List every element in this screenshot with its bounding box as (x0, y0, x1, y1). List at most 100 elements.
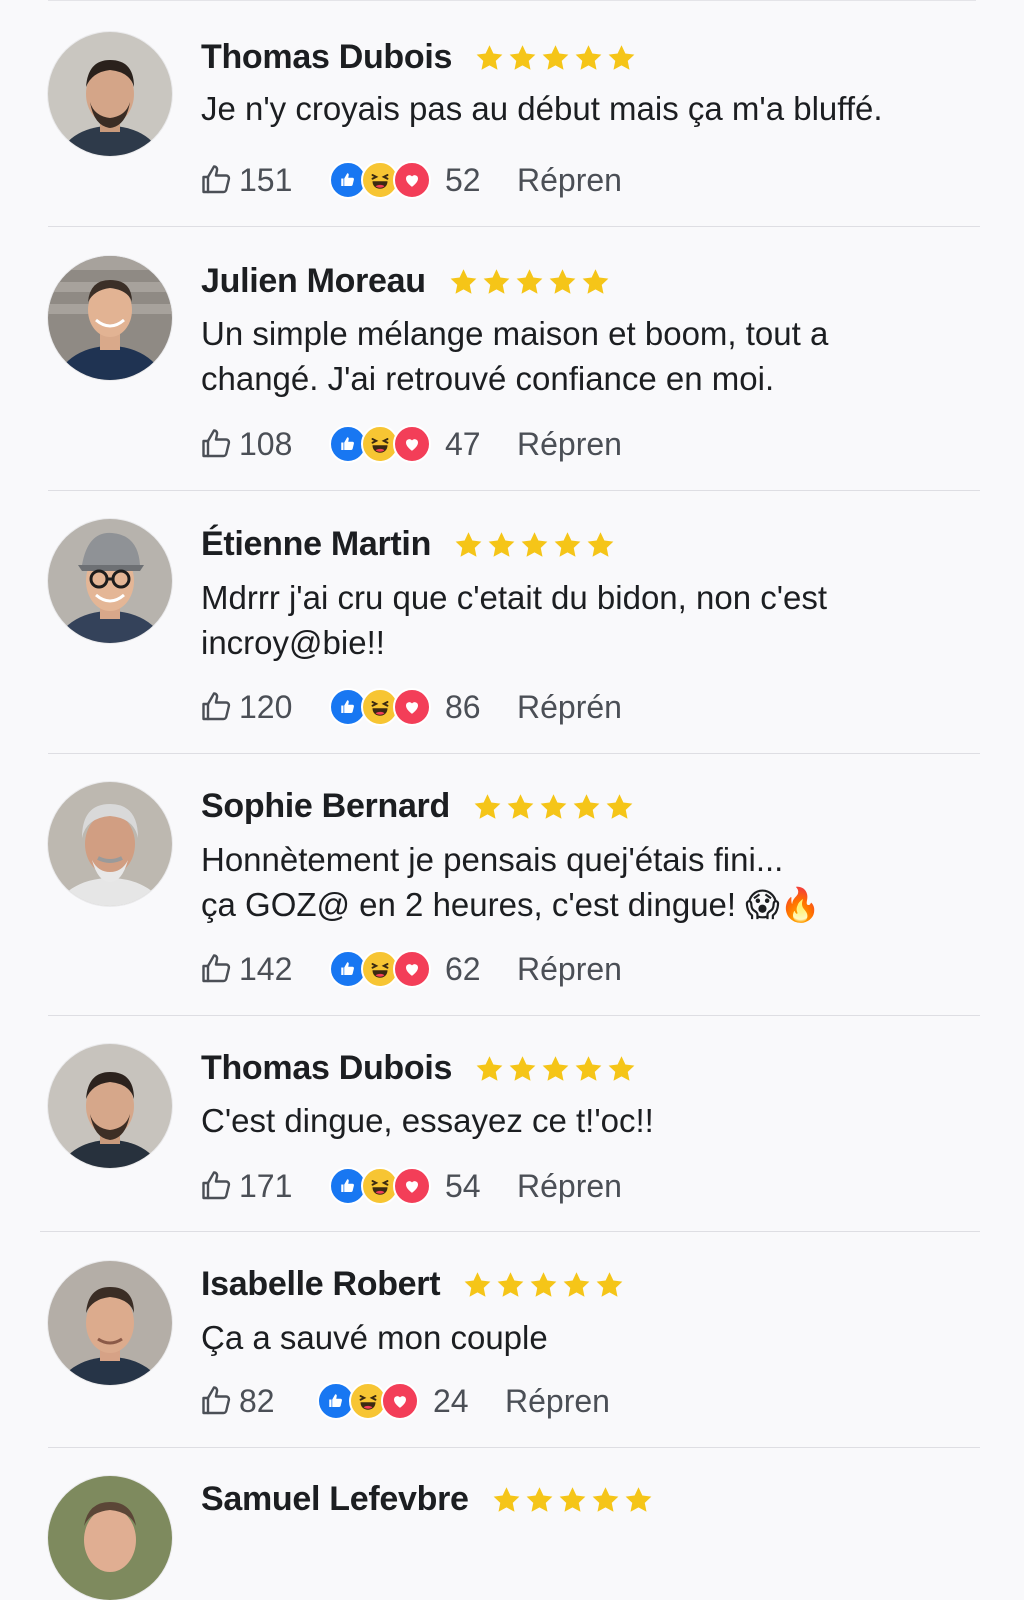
star-icon (571, 792, 602, 822)
star-rating (472, 792, 635, 822)
star-icon (606, 43, 637, 73)
comment-divider (48, 1447, 980, 1448)
comment-text-line: incroy@bie!! (201, 624, 385, 661)
star-icon (623, 1485, 654, 1515)
comment-actions: 82 24 Répren (199, 1379, 610, 1423)
star-icon (462, 1270, 493, 1300)
love-reaction-icon (393, 425, 431, 463)
comment-text: Un simple mélange maison et boom, tout a… (201, 311, 981, 401)
comment-actions: 120 86 Réprén (199, 685, 622, 729)
comment-text-line: Honnètement je pensais quej'étais fini..… (201, 841, 784, 878)
star-icon (561, 1270, 592, 1300)
reply-link[interactable]: Répren (517, 951, 622, 988)
love-reaction-icon (393, 950, 431, 988)
star-rating (474, 1054, 637, 1084)
star-icon (606, 1054, 637, 1084)
star-rating (448, 267, 611, 297)
comment-text: Ça a sauvé mon couple (201, 1315, 981, 1360)
like-count: 171 (239, 1167, 293, 1204)
comment-divider (48, 226, 980, 227)
star-icon (472, 792, 503, 822)
commenter-name[interactable]: Thomas Dubois (201, 1049, 452, 1088)
comment-text-line: Un simple mélange maison et boom, tout a (201, 315, 829, 352)
comment-actions: 108 47 Répren (199, 422, 622, 466)
avatar[interactable] (48, 32, 172, 156)
reaction-icons[interactable] (317, 1382, 419, 1420)
reaction-count: 47 (445, 425, 481, 462)
reply-link[interactable]: Répren (517, 162, 622, 199)
reaction-count: 52 (445, 161, 481, 198)
reaction-icons[interactable] (329, 1167, 431, 1205)
thumbs-up-icon[interactable] (199, 162, 239, 198)
star-icon (481, 267, 512, 297)
thumbs-up-icon[interactable] (199, 1383, 239, 1419)
star-icon (505, 792, 536, 822)
star-icon (547, 267, 578, 297)
love-reaction-icon (393, 161, 431, 199)
thumbs-up-icon[interactable] (199, 951, 239, 987)
star-icon (448, 267, 479, 297)
reaction-count: 62 (445, 950, 481, 987)
reply-link[interactable]: Réprén (517, 689, 622, 726)
star-rating (453, 530, 616, 560)
avatar[interactable] (48, 1044, 172, 1168)
reaction-icons[interactable] (329, 425, 431, 463)
avatar[interactable] (48, 1261, 172, 1385)
star-icon (594, 1270, 625, 1300)
star-icon (552, 530, 583, 560)
comment-text-line: ça GOZ@ en 2 heures, c'est dingue! 😱🔥 (201, 886, 821, 923)
star-icon (540, 43, 571, 73)
comment-text: Mdrrr j'ai cru que c'etait du bidon, non… (201, 575, 981, 665)
like-count: 82 (239, 1382, 275, 1419)
star-icon (604, 792, 635, 822)
star-icon (486, 530, 517, 560)
like-count: 142 (239, 950, 293, 987)
top-divider (48, 0, 976, 1)
star-icon (557, 1485, 588, 1515)
reply-link[interactable]: Répren (517, 426, 622, 463)
avatar[interactable] (48, 519, 172, 643)
comment-divider (40, 1231, 980, 1232)
commenter-name[interactable]: Samuel Lefevbre (201, 1480, 469, 1519)
commenter-name[interactable]: Julien Moreau (201, 262, 426, 301)
comment-actions: 171 54 Répren (199, 1164, 622, 1208)
comment-actions: 142 62 Répren (199, 947, 622, 991)
comment-text: Je n'y croyais pas au début mais ça m'a … (201, 86, 981, 131)
comment-text-line: Ça a sauvé mon couple (201, 1319, 548, 1356)
reaction-icons[interactable] (329, 161, 431, 199)
thumbs-up-icon[interactable] (199, 426, 239, 462)
like-count: 120 (239, 688, 293, 725)
comment-divider (48, 490, 980, 491)
star-icon (580, 267, 611, 297)
commenter-name[interactable]: Isabelle Robert (201, 1265, 441, 1304)
avatar[interactable] (48, 782, 172, 906)
star-icon (474, 1054, 505, 1084)
star-icon (514, 267, 545, 297)
reaction-icons[interactable] (329, 950, 431, 988)
star-icon (540, 1054, 571, 1084)
avatar[interactable] (48, 1476, 172, 1600)
star-icon (573, 1054, 604, 1084)
comment-text-line: Je n'y croyais pas au début mais ça m'a … (201, 90, 883, 127)
reply-link[interactable]: Répren (517, 1168, 622, 1205)
commenter-name[interactable]: Sophie Bernard (201, 787, 450, 826)
thumbs-up-icon[interactable] (199, 1168, 239, 1204)
star-icon (524, 1485, 555, 1515)
reply-link[interactable]: Répren (505, 1383, 610, 1420)
comment-text-line: Mdrrr j'ai cru que c'etait du bidon, non… (201, 579, 828, 616)
commenter-name[interactable]: Étienne Martin (201, 525, 431, 564)
thumbs-up-icon[interactable] (199, 689, 239, 725)
star-icon (507, 1054, 538, 1084)
commenter-name[interactable]: Thomas Dubois (201, 38, 452, 77)
comment-divider (48, 1015, 980, 1016)
star-rating (462, 1270, 625, 1300)
avatar[interactable] (48, 256, 172, 380)
comment-actions: 151 52 Répren (199, 158, 622, 202)
reaction-icons[interactable] (329, 688, 431, 726)
star-rating (491, 1485, 654, 1515)
star-icon (519, 530, 550, 560)
star-icon (585, 530, 616, 560)
comment-text: C'est dingue, essayez ce t!'oc!! (201, 1098, 981, 1143)
like-count: 151 (239, 161, 293, 198)
star-icon (538, 792, 569, 822)
